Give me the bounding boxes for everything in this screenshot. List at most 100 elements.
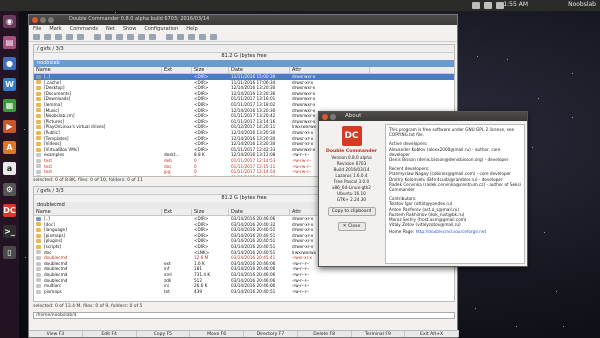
menu-item-help[interactable]: Help <box>186 26 197 32</box>
amazon-icon[interactable]: a <box>3 162 16 175</box>
full-view-icon[interactable] <box>55 34 62 40</box>
pack-icon[interactable] <box>138 34 145 40</box>
folder-icon <box>36 80 41 85</box>
toolbar <box>29 33 457 42</box>
home-page-label: Home Page: <box>389 229 415 235</box>
copy-names-icon[interactable] <box>127 34 134 40</box>
menu-item-show[interactable]: Show <box>123 26 137 32</box>
up-folder-icon <box>36 216 41 221</box>
refresh-icon[interactable] <box>33 34 40 40</box>
version-info: Version 0.8.0 alpha Revision 6703 Build 20… <box>322 155 381 203</box>
column-ext[interactable]: Ext <box>162 67 192 73</box>
folder-icon <box>36 119 41 124</box>
window-title: Double Commander 0.8.0 alpha build 6703;… <box>69 16 210 22</box>
menu-item-mark[interactable]: Mark <box>49 26 61 32</box>
star <box>476 56 478 58</box>
column-size[interactable]: Size <box>192 67 229 73</box>
brief-view-icon[interactable] <box>44 34 51 40</box>
file-icon <box>36 255 41 260</box>
about-info-pane: DC Double Commander Version 0.8.0 alpha R… <box>322 124 381 264</box>
menu-item-commands[interactable]: Commands <box>70 26 98 32</box>
sync-dirs-icon[interactable] <box>105 34 112 40</box>
folder-icon <box>36 130 41 135</box>
star <box>24 257 26 259</box>
settings-icon[interactable]: ⚙ <box>3 183 16 196</box>
version-line: GTK+ 2.24.30 <box>336 197 367 202</box>
close-button[interactable]: ✕ Close <box>337 222 366 231</box>
minimize-dialog-icon[interactable] <box>330 114 336 120</box>
menu-item-net[interactable]: Net <box>106 26 115 32</box>
double-commander-icon[interactable]: DC <box>3 204 16 217</box>
maximize-window-button[interactable] <box>48 17 54 23</box>
dialog-title: About <box>345 113 362 119</box>
column-ext[interactable]: Ext <box>162 209 192 215</box>
fkey-button[interactable]: Exit Alt+X <box>405 331 459 337</box>
dialog-titlebar[interactable]: About <box>319 112 527 121</box>
menu-item-configuration[interactable]: Configuration <box>144 26 178 32</box>
column-name[interactable]: Name <box>34 67 162 73</box>
star <box>532 146 534 148</box>
star <box>516 325 518 327</box>
firefox-icon[interactable]: ● <box>3 57 16 70</box>
terminal-icon-glyph: >_ <box>4 227 15 236</box>
calc-icon[interactable]: ▦ <box>3 99 16 112</box>
dash-icon[interactable]: ◉ <box>3 15 16 28</box>
drive-selector[interactable]: / gvfs ∕ 3/3 <box>34 45 454 53</box>
files-icon-glyph: ▤ <box>5 38 14 47</box>
table-row[interactable]: pixmaps txt 439 03/14/2016 20:40:51 -rw-r--r… <box>34 289 454 295</box>
column-date[interactable]: Date <box>229 209 290 215</box>
software-center-icon[interactable]: A <box>3 141 16 154</box>
run-icon[interactable] <box>210 34 217 40</box>
command-line-input[interactable]: /home/noobslab/$ <box>33 312 455 319</box>
column-name[interactable]: Name <box>34 209 162 215</box>
file-size: 0 <box>192 175 229 176</box>
minimize-window-button[interactable] <box>40 17 46 23</box>
close-dialog-icon[interactable] <box>322 114 328 120</box>
compare-icon[interactable] <box>94 34 101 40</box>
trash-icon[interactable]: ▯ <box>3 246 16 259</box>
search-icon[interactable] <box>166 34 173 40</box>
credit-line: Denis Bisson (denis.bisson@denisbisson.o… <box>389 157 509 163</box>
file-icon <box>36 278 41 283</box>
fkey-button[interactable]: Move F6 <box>190 331 244 337</box>
terminal-icon[interactable] <box>177 34 184 40</box>
files-icon[interactable]: ▤ <box>3 36 16 49</box>
thumbnails-icon[interactable] <box>66 34 73 40</box>
window-titlebar[interactable]: Double Commander 0.8.0 alpha build 6703;… <box>29 15 457 25</box>
top-panel: 1:55 AM Noobslab <box>0 0 600 11</box>
settings-icon-glyph: ⚙ <box>5 185 14 194</box>
column-date[interactable]: Date <box>229 67 290 73</box>
right-panel-status: selected: 0 of 13.4 M, files: 0 of 9, fo… <box>33 304 143 309</box>
writer-icon[interactable]: W <box>3 78 16 91</box>
folder-icon <box>36 222 41 227</box>
fkey-button[interactable]: Terminal F9 <box>352 331 406 337</box>
free-space-label: 81.2 G (bytes free <box>34 53 454 60</box>
file-icon <box>36 169 41 174</box>
file-icon <box>36 272 41 277</box>
unpack-icon[interactable] <box>149 34 156 40</box>
path-bar[interactable]: noobslab <box>34 60 454 67</box>
flat-view-icon[interactable] <box>77 34 84 40</box>
impress-icon[interactable]: ▶ <box>3 120 16 133</box>
copy-to-clipboard-button[interactable]: Copy to clipboard <box>327 207 376 216</box>
star <box>562 326 564 328</box>
column-attr[interactable]: Attr <box>290 67 370 73</box>
notepad-icon[interactable] <box>199 34 206 40</box>
network-icon[interactable] <box>472 2 480 9</box>
keyboard-icon[interactable] <box>484 2 492 9</box>
menu-item-file[interactable]: File <box>33 26 41 32</box>
fkey-button[interactable]: Edit F4 <box>83 331 137 337</box>
fkey-button[interactable]: Copy F5 <box>137 331 191 337</box>
close-window-button[interactable] <box>32 17 38 23</box>
column-size[interactable]: Size <box>192 209 229 215</box>
home-page-link[interactable]: http://doublecmd.sourceforge.net <box>416 229 487 234</box>
terminal-icon[interactable]: >_ <box>3 225 16 238</box>
options-icon[interactable] <box>188 34 195 40</box>
fkey-button[interactable]: View F3 <box>29 331 83 337</box>
file-size: 439 <box>194 288 202 294</box>
user-menu[interactable]: Noobslab <box>568 1 596 8</box>
fkey-button[interactable]: Delete F8 <box>298 331 352 337</box>
clock[interactable]: 1:55 AM <box>503 1 528 8</box>
fkey-button[interactable]: Directory F7 <box>244 331 298 337</box>
rename-icon[interactable] <box>116 34 123 40</box>
